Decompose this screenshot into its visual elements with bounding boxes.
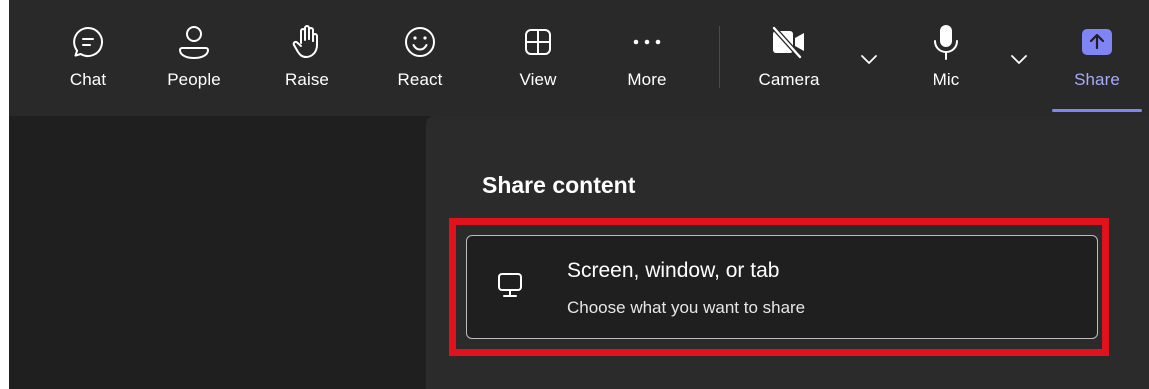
more-label: More <box>627 70 667 89</box>
chat-icon <box>68 22 108 62</box>
view-label: View <box>519 70 557 89</box>
smiley-icon <box>400 22 440 62</box>
chat-label: Chat <box>69 70 107 89</box>
chat-button[interactable]: Chat <box>63 0 113 116</box>
option-title: Screen, window, or tab <box>567 259 780 282</box>
toolbar-divider <box>719 26 720 88</box>
panel-title: Share content <box>482 172 636 198</box>
monitor-icon <box>497 272 523 300</box>
share-tray-icon <box>1077 22 1117 62</box>
meeting-window: Chat People Raise React View More Camera… <box>9 0 1149 389</box>
mic-button[interactable]: Mic <box>921 0 971 116</box>
camera-button[interactable]: Camera <box>749 0 829 116</box>
camera-options-chevron-icon[interactable] <box>859 52 879 66</box>
share-active-indicator <box>1052 109 1142 112</box>
meeting-toolbar: Chat People Raise React View More Camera… <box>9 0 1149 116</box>
mic-options-chevron-icon[interactable] <box>1009 52 1029 66</box>
share-label: Share <box>1074 70 1120 89</box>
raise-label: Raise <box>285 70 329 89</box>
share-button[interactable]: Share <box>1067 0 1127 116</box>
share-screen-option[interactable]: Screen, window, or tab Choose what you w… <box>466 235 1098 339</box>
share-content-panel: Share content Screen, window, or tab Cho… <box>426 116 1149 389</box>
more-icon <box>627 22 667 62</box>
person-icon <box>174 22 214 62</box>
more-button[interactable]: More <box>619 0 675 116</box>
mic-icon <box>926 22 966 62</box>
people-label: People <box>167 70 221 89</box>
react-button[interactable]: React <box>390 0 450 116</box>
camera-label: Camera <box>758 70 820 89</box>
raise-hand-icon <box>287 22 327 62</box>
mic-label: Mic <box>932 70 960 89</box>
grid-icon <box>518 22 558 62</box>
raise-hand-button[interactable]: Raise <box>279 0 335 116</box>
view-button[interactable]: View <box>513 0 563 116</box>
react-label: React <box>397 70 443 89</box>
camera-off-icon <box>769 22 809 62</box>
people-button[interactable]: People <box>164 0 224 116</box>
option-subtitle: Choose what you want to share <box>567 298 806 317</box>
